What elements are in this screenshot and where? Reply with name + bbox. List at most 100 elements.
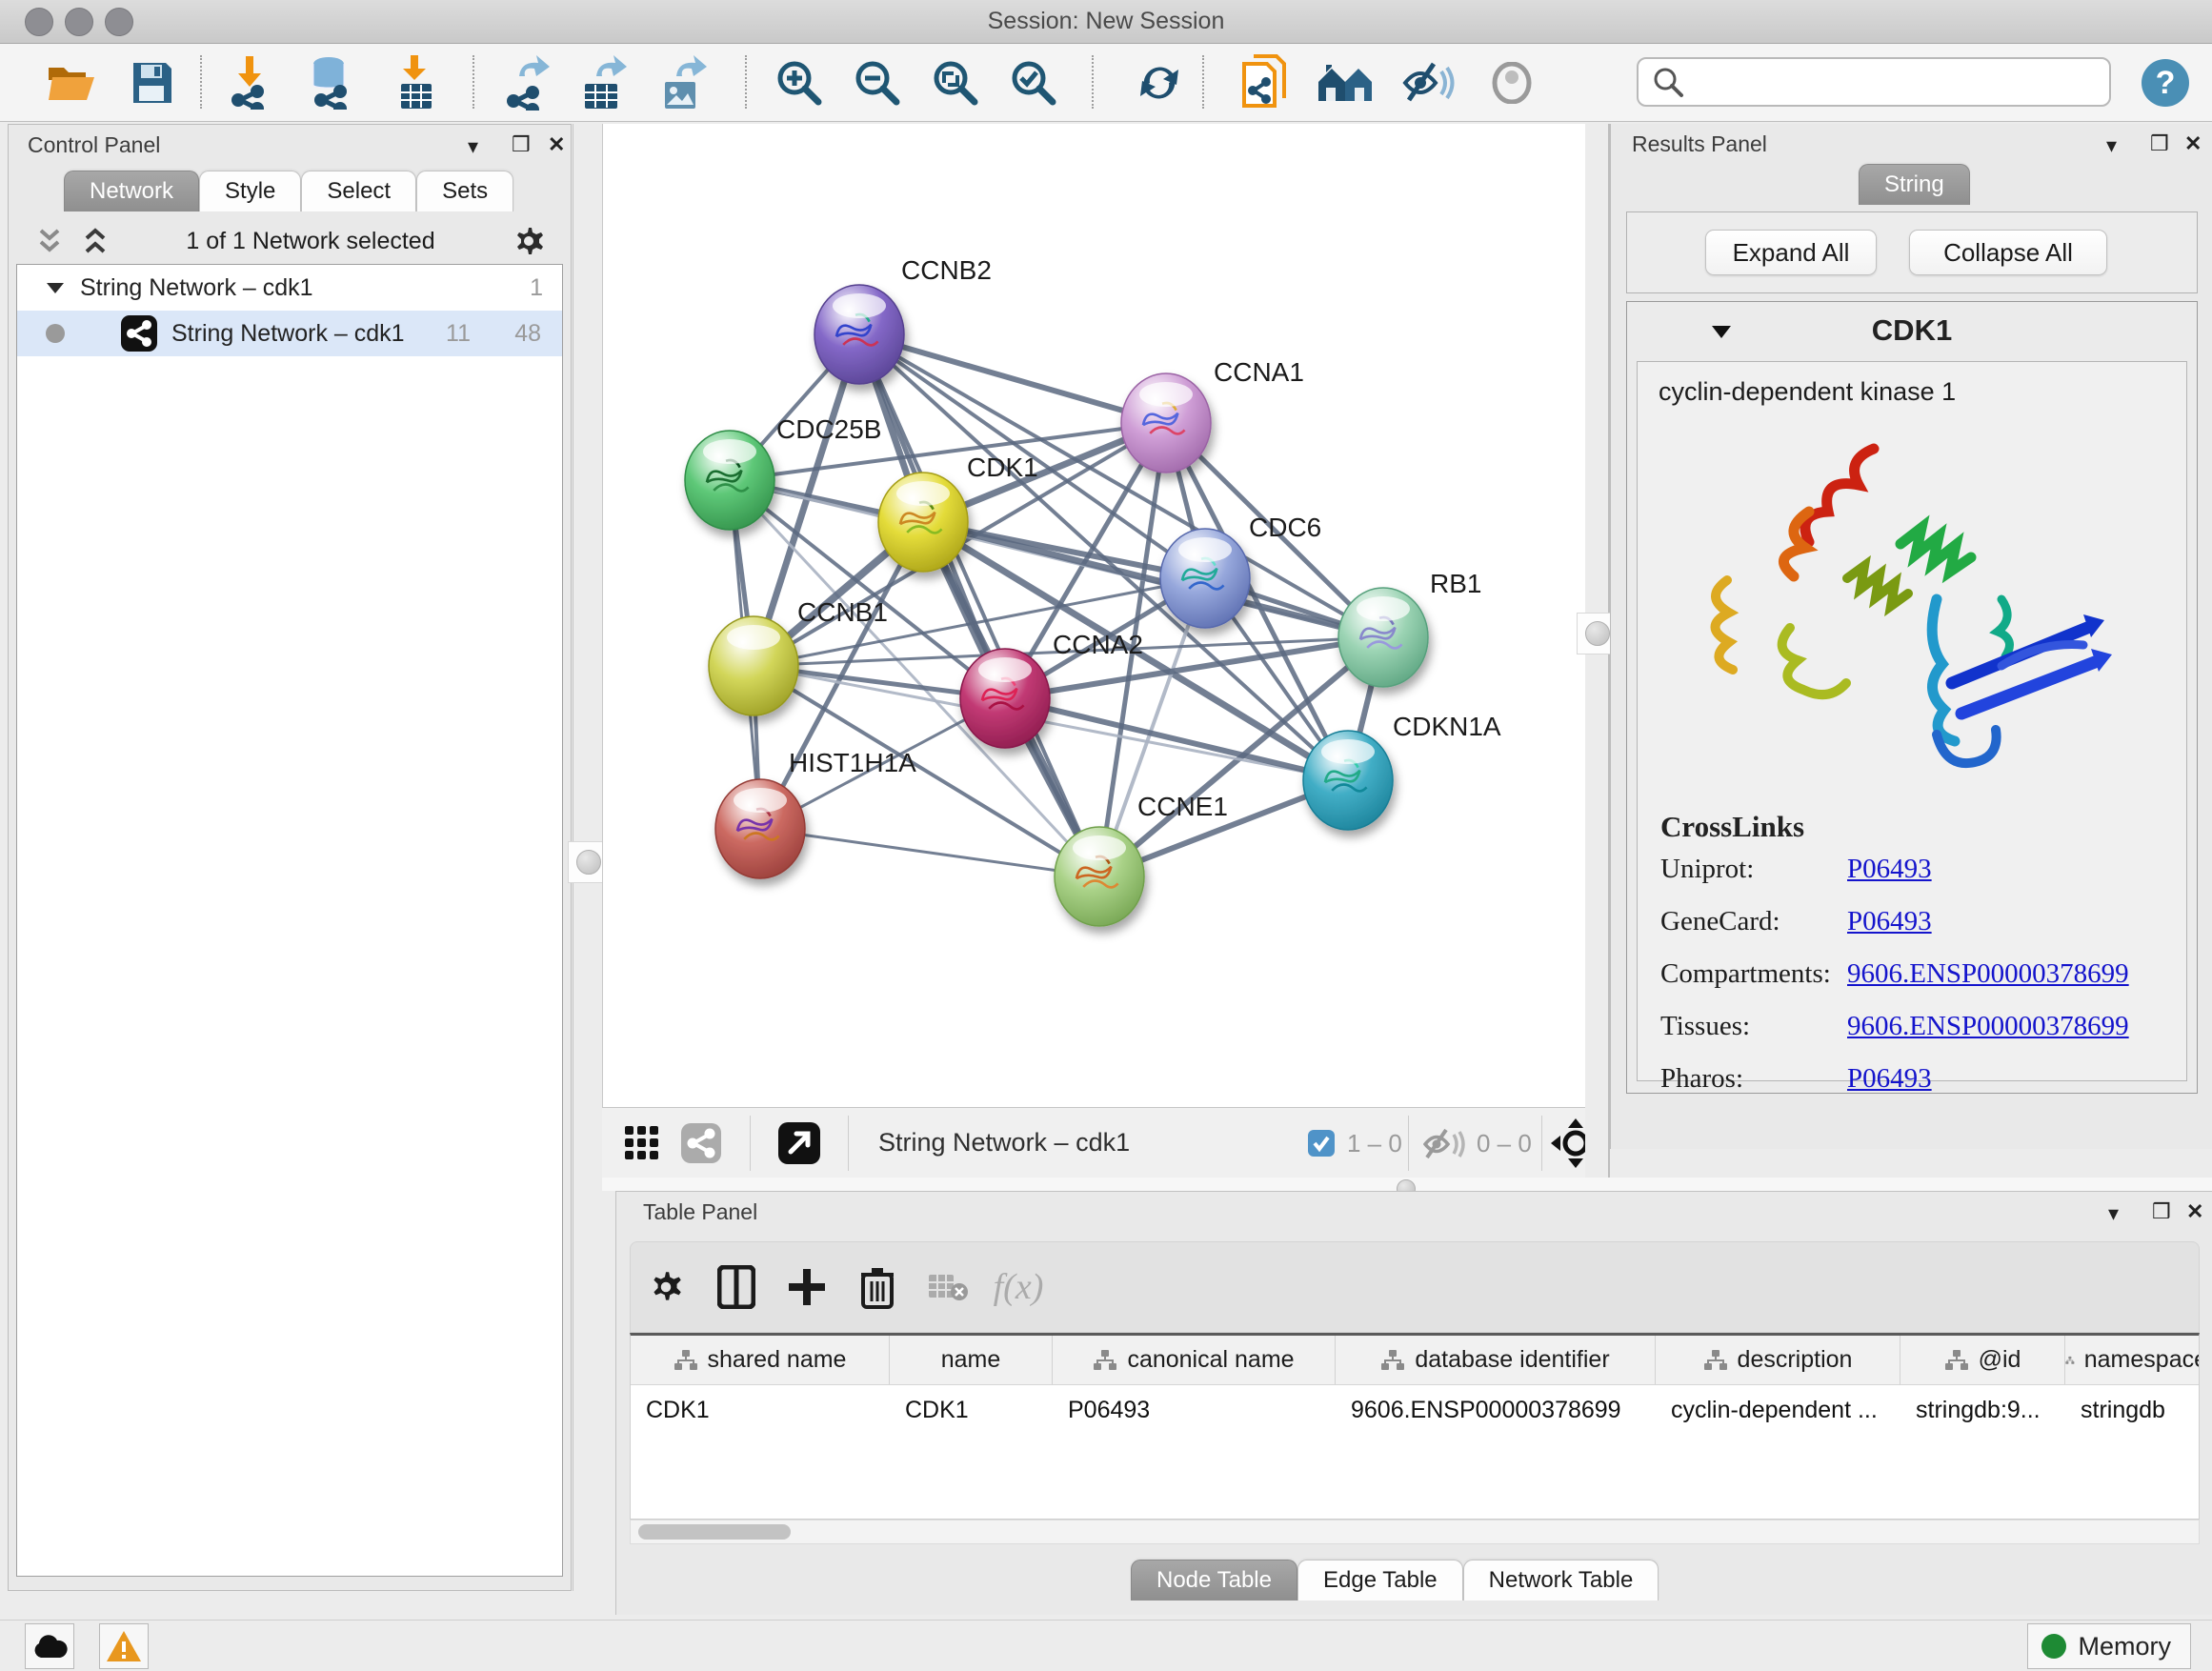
table-settings-gear-icon[interactable] bbox=[631, 1254, 701, 1320]
import-network-database-icon[interactable] bbox=[301, 53, 360, 112]
search-icon bbox=[1652, 66, 1684, 98]
column-header-label: shared name bbox=[708, 1346, 847, 1374]
column-header-shared-name[interactable]: shared name bbox=[631, 1336, 890, 1384]
table-tabs: Node TableEdge TableNetwork Table bbox=[1131, 1560, 1659, 1601]
string-home-icon[interactable] bbox=[1317, 53, 1376, 112]
import-network-file-icon[interactable] bbox=[221, 53, 280, 112]
tab-network[interactable]: Network bbox=[64, 171, 199, 211]
crosslink-link[interactable]: 9606.ENSP00000378699 bbox=[1847, 958, 2129, 990]
network-graph[interactable]: CCNB2CCNA1CDC25BCDK1CDC6RB1CCNB1CCNA2CDK… bbox=[603, 124, 1586, 1107]
tab-sets[interactable]: Sets bbox=[416, 171, 513, 211]
search-input[interactable] bbox=[1694, 63, 2109, 101]
warning-button[interactable] bbox=[99, 1623, 149, 1669]
tab-edge-table[interactable]: Edge Table bbox=[1297, 1560, 1463, 1601]
show-eye-icon[interactable] bbox=[1482, 53, 1541, 112]
network-row[interactable]: String Network – cdk1 11 48 bbox=[17, 311, 562, 356]
zoom-out-icon[interactable] bbox=[848, 53, 907, 112]
table-horizontal-scrollbar[interactable] bbox=[630, 1520, 2200, 1544]
network-share-icon bbox=[120, 314, 158, 352]
apply-layout-icon[interactable] bbox=[1130, 53, 1189, 112]
close-panel-icon[interactable]: ✕ bbox=[548, 132, 565, 157]
node-CCNA1[interactable]: CCNA1 bbox=[1121, 357, 1304, 473]
column-header-name[interactable]: name bbox=[890, 1336, 1053, 1384]
export-image-icon[interactable] bbox=[654, 53, 713, 112]
tab-string[interactable]: String bbox=[1859, 164, 1970, 205]
float-panel-icon[interactable]: ▾ bbox=[468, 134, 478, 159]
tab-network-table[interactable]: Network Table bbox=[1463, 1560, 1659, 1601]
table-panel: Table Panel ▾ ❒ ✕ f(x) shared namenameca… bbox=[615, 1191, 2212, 1615]
crosslink-link[interactable]: P06493 bbox=[1847, 854, 1932, 885]
maximize-panel-icon[interactable]: ❒ bbox=[512, 132, 531, 157]
cloud-button[interactable] bbox=[25, 1623, 74, 1669]
maximize-panel-icon[interactable]: ❒ bbox=[2150, 131, 2169, 156]
node-RB1[interactable]: RB1 bbox=[1338, 569, 1481, 687]
collection-label: String Network – cdk1 bbox=[80, 274, 313, 302]
add-column-icon[interactable] bbox=[772, 1254, 842, 1320]
node-CCNB1[interactable]: CCNB1 bbox=[709, 597, 888, 715]
collapse-arrow-icon[interactable] bbox=[44, 278, 67, 297]
node-highlight bbox=[1321, 739, 1375, 764]
column-header--id[interactable]: @id bbox=[1900, 1336, 2065, 1384]
crosslink-label: Uniprot: bbox=[1660, 854, 1847, 885]
help-icon[interactable]: ? bbox=[2136, 53, 2195, 112]
close-panel-icon[interactable]: ✕ bbox=[2184, 131, 2202, 156]
float-panel-icon[interactable]: ▾ bbox=[2106, 133, 2117, 158]
tab-node-table[interactable]: Node Table bbox=[1131, 1560, 1297, 1601]
network-share-view-icon[interactable] bbox=[680, 1122, 722, 1164]
crosslink-link[interactable]: P06493 bbox=[1847, 906, 1932, 937]
zoom-in-icon[interactable] bbox=[770, 53, 829, 112]
node-CDKN1A[interactable]: CDKN1A bbox=[1303, 712, 1501, 830]
node-HIST1H1A[interactable]: HIST1H1A bbox=[715, 748, 916, 878]
birds-eye-view-icon[interactable] bbox=[777, 1121, 821, 1165]
selected-checkbox-icon[interactable] bbox=[1307, 1129, 1336, 1158]
expand-all-tree-icon[interactable] bbox=[79, 227, 111, 255]
column-header-description[interactable]: description bbox=[1656, 1336, 1900, 1384]
memory-button[interactable]: Memory bbox=[2027, 1623, 2191, 1669]
toolbar-separator bbox=[1202, 55, 1204, 109]
warning-icon bbox=[105, 1629, 143, 1663]
network-canvas[interactable]: CCNB2CCNA1CDC25BCDK1CDC6RB1CCNB1CCNA2CDK… bbox=[602, 124, 1585, 1107]
toolbar-separator bbox=[848, 1116, 849, 1171]
collapse-all-tree-icon[interactable] bbox=[33, 227, 66, 255]
collapse-all-button[interactable]: Collapse All bbox=[1909, 230, 2107, 275]
column-header-canonical-name[interactable]: canonical name bbox=[1053, 1336, 1336, 1384]
zoom-selected-icon[interactable] bbox=[1004, 53, 1063, 112]
save-session-icon[interactable] bbox=[122, 53, 181, 112]
table-row[interactable]: CDK1CDK1P064939606.ENSP00000378699cyclin… bbox=[631, 1385, 2199, 1435]
selected-nodes-edges-count: 1 – 0 bbox=[1347, 1129, 1402, 1158]
export-network-icon[interactable] bbox=[495, 53, 554, 112]
hide-panel-eye-icon[interactable] bbox=[1398, 53, 1458, 112]
column-header-database-identifier[interactable]: database identifier bbox=[1336, 1336, 1656, 1384]
scrollbar-thumb[interactable] bbox=[638, 1524, 791, 1540]
float-panel-icon[interactable]: ▾ bbox=[2108, 1201, 2119, 1226]
import-table-file-icon[interactable] bbox=[387, 53, 446, 112]
node-highlight bbox=[734, 788, 787, 813]
export-table-icon[interactable] bbox=[573, 53, 633, 112]
node-label: CCNA2 bbox=[1053, 630, 1143, 659]
close-panel-icon[interactable]: ✕ bbox=[2186, 1199, 2203, 1224]
tab-style[interactable]: Style bbox=[199, 171, 301, 211]
expand-all-button[interactable]: Expand All bbox=[1705, 230, 1877, 275]
node-label: CCNE1 bbox=[1137, 792, 1228, 821]
show-columns-icon[interactable] bbox=[701, 1254, 772, 1320]
delete-column-trash-icon[interactable] bbox=[842, 1254, 913, 1320]
gear-icon[interactable] bbox=[510, 222, 548, 260]
table-cell: CDK1 bbox=[890, 1385, 1053, 1435]
zoom-fit-icon[interactable] bbox=[926, 53, 985, 112]
open-session-icon[interactable] bbox=[42, 53, 101, 112]
crosslink-link[interactable]: 9606.ENSP00000378699 bbox=[1847, 1011, 2129, 1042]
main-toolbar: ? bbox=[0, 44, 2212, 122]
node-CCNE1[interactable]: CCNE1 bbox=[1055, 792, 1228, 926]
maximize-panel-icon[interactable]: ❒ bbox=[2152, 1199, 2171, 1224]
crosslink-link[interactable]: P06493 bbox=[1847, 1063, 1932, 1095]
edge-HIST1H1A-CCNE1[interactable] bbox=[760, 829, 1099, 876]
grid-view-icon[interactable] bbox=[623, 1124, 661, 1162]
control-panel-tabs: NetworkStyleSelectSets bbox=[64, 171, 513, 211]
status-bar: Memory bbox=[0, 1620, 2212, 1671]
share-document-icon[interactable] bbox=[1235, 53, 1294, 112]
network-selection-status: 1 of 1 Network selected bbox=[111, 228, 510, 255]
network-collection-row[interactable]: String Network – cdk1 1 bbox=[17, 265, 562, 311]
column-header-namespace[interactable]: namespace bbox=[2065, 1336, 2200, 1384]
table-panel-title: Table Panel bbox=[643, 1199, 757, 1225]
tab-select[interactable]: Select bbox=[301, 171, 416, 211]
